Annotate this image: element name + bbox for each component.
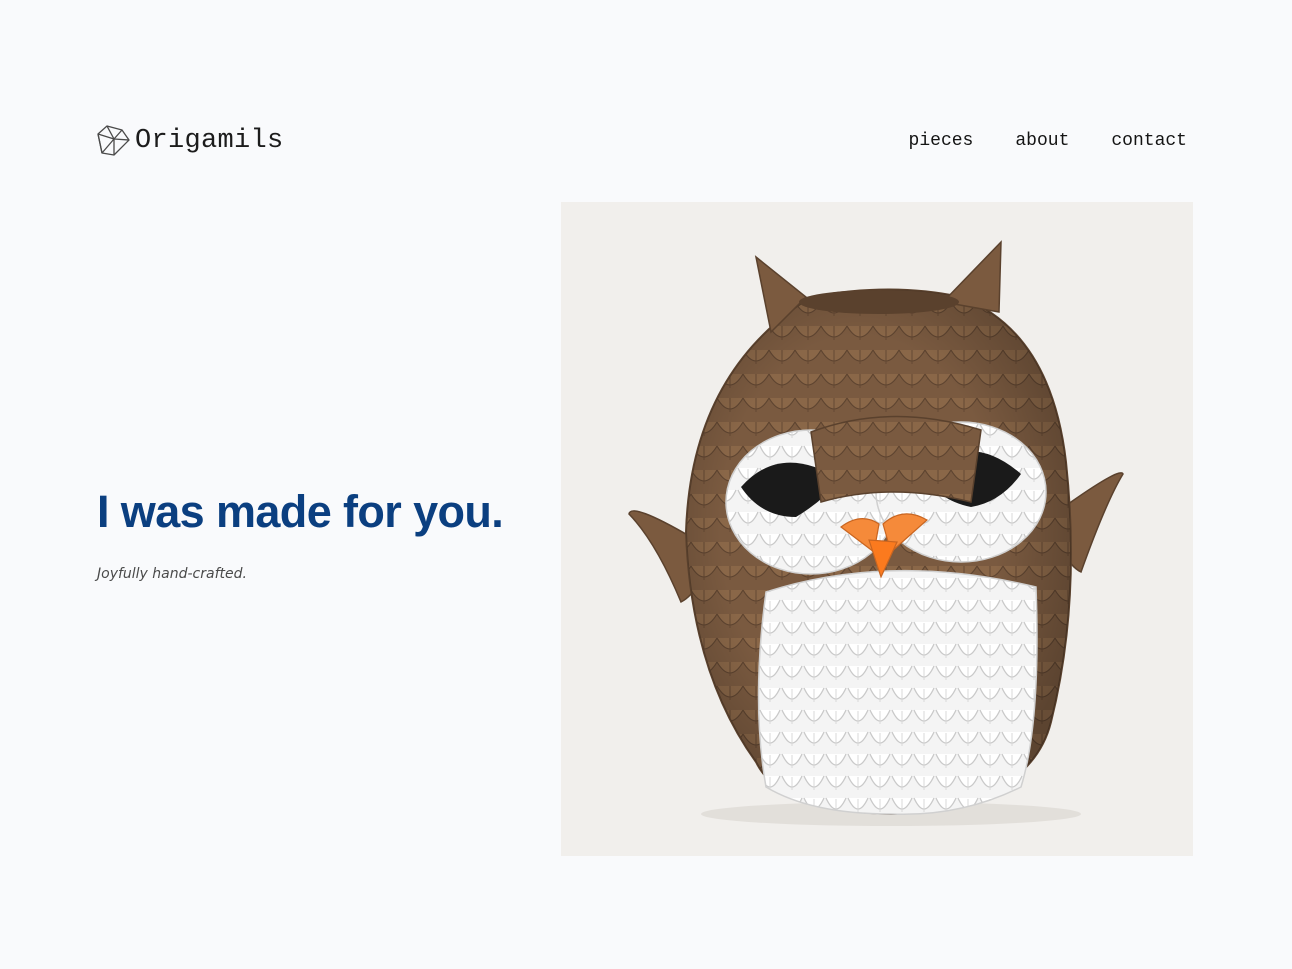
hero-image — [561, 202, 1193, 856]
nav-link-about[interactable]: about — [1015, 131, 1069, 151]
origami-owl-illustration — [628, 240, 1124, 826]
paper-gem-logo-icon — [97, 125, 130, 156]
owl-belly — [757, 569, 1038, 816]
owl-brow — [810, 415, 982, 503]
main-nav: pieces about contact — [909, 131, 1187, 151]
hero-subtitle: Joyfully hand-crafted. — [97, 566, 247, 582]
nav-link-contact[interactable]: contact — [1111, 131, 1187, 151]
brand-name: Origamils — [135, 126, 284, 156]
hero-title: I was made for you. — [97, 486, 504, 537]
brand-home-link[interactable]: Origamils — [95, 124, 284, 158]
nav-link-pieces[interactable]: pieces — [909, 131, 974, 151]
